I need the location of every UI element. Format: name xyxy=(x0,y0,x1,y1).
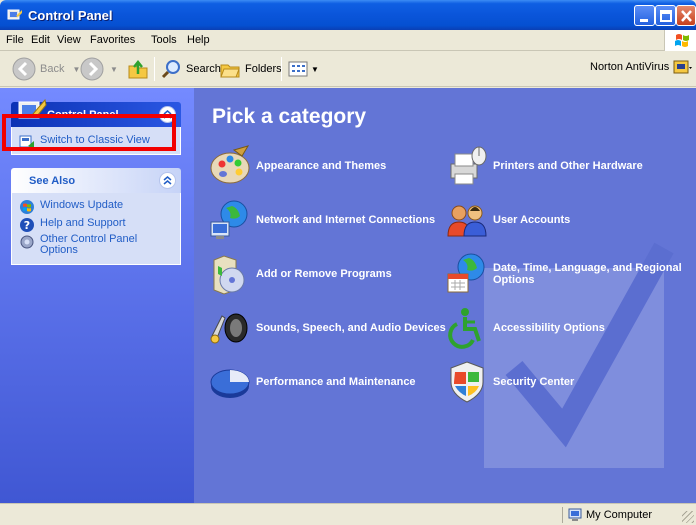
performance-icon xyxy=(210,369,250,398)
back-arrow-icon xyxy=(12,57,36,81)
category-date-time-language[interactable]: Date, Time, Language, and Regional Optio… xyxy=(445,252,683,296)
category-appearance-themes[interactable]: Appearance and Themes xyxy=(208,144,386,188)
category-label: Printers and Other Hardware xyxy=(493,160,643,172)
views-button[interactable]: ▼ xyxy=(288,55,319,83)
category-label: Network and Internet Connections xyxy=(256,214,436,226)
other-options-label: Other Control Panel Options xyxy=(40,233,138,256)
category-sounds-speech-audio[interactable]: Sounds, Speech, and Audio Devices xyxy=(208,306,446,350)
see-also-box-body: Windows Update ? Help and Support Other … xyxy=(11,193,181,265)
category-security-center[interactable]: Security Center xyxy=(445,360,574,404)
add-remove-programs-icon xyxy=(213,255,245,295)
security-center-icon xyxy=(450,361,484,403)
menu-favorites[interactable]: Favorites xyxy=(90,34,135,46)
category-label: Add or Remove Programs xyxy=(256,268,392,280)
title-bar[interactable]: Control Panel xyxy=(0,0,696,30)
category-label: Sounds, Speech, and Audio Devices xyxy=(256,322,446,334)
up-folder-button[interactable] xyxy=(126,55,150,83)
toolbar-separator xyxy=(281,57,282,81)
windows-logo-icon xyxy=(664,30,696,51)
page-title: Pick a category xyxy=(212,105,367,128)
category-label: Security Center xyxy=(493,376,575,388)
window-title: Control Panel xyxy=(28,8,113,23)
printers-hardware-icon xyxy=(450,146,487,185)
category-accessibility[interactable]: Accessibility Options xyxy=(445,306,605,350)
category-printers-hardware[interactable]: Printers and Other Hardware xyxy=(445,144,643,188)
svg-text:?: ? xyxy=(24,219,30,232)
forward-arrow-icon xyxy=(80,57,104,81)
control-panel-icon xyxy=(7,9,22,20)
help-support-link[interactable]: ? Help and Support xyxy=(19,217,126,233)
search-button[interactable]: Search xyxy=(160,55,221,83)
other-options-link[interactable]: Other Control Panel Options xyxy=(19,234,139,256)
see-also-title: See Also xyxy=(29,175,76,187)
network-icon xyxy=(210,200,248,239)
collapse-icon[interactable] xyxy=(159,172,176,189)
norton-icon[interactable] xyxy=(673,59,693,77)
category-label: Performance and Maintenance xyxy=(256,376,416,388)
category-network-internet[interactable]: Network and Internet Connections xyxy=(208,198,435,242)
windows-update-label: Windows Update xyxy=(40,199,124,211)
toolbar-separator xyxy=(154,57,155,81)
category-performance-maintenance[interactable]: Performance and Maintenance xyxy=(208,360,416,404)
menu-edit[interactable]: Edit xyxy=(31,34,50,46)
up-folder-icon xyxy=(128,59,148,79)
windows-update-link[interactable]: Windows Update xyxy=(19,199,123,215)
resize-grip[interactable] xyxy=(682,511,694,523)
menu-bar: File Edit View Favorites Tools Help xyxy=(0,30,696,51)
forward-button[interactable]: ▼ xyxy=(80,55,118,83)
category-label: Accessibility Options xyxy=(493,322,605,334)
appearance-themes-icon xyxy=(210,145,250,184)
help-support-label: Help and Support xyxy=(40,217,126,229)
highlight-box xyxy=(2,114,176,151)
views-dropdown-icon[interactable]: ▼ xyxy=(311,65,319,74)
search-icon xyxy=(161,60,180,79)
gear-icon xyxy=(20,235,34,249)
back-button[interactable]: Back ▼ xyxy=(12,55,80,83)
forward-dropdown-icon[interactable]: ▼ xyxy=(110,65,118,74)
status-zone: My Computer xyxy=(568,508,652,522)
category-label: Appearance and Themes xyxy=(256,160,387,172)
maximize-button[interactable] xyxy=(655,5,676,26)
see-also-box-header[interactable]: See Also xyxy=(11,168,181,193)
norton-antivirus-label[interactable]: Norton AntiVirus xyxy=(590,61,669,73)
category-label: User Accounts xyxy=(493,214,571,226)
menu-help[interactable]: Help xyxy=(187,34,210,46)
menu-file[interactable]: File xyxy=(6,34,24,46)
folders-button[interactable]: Folders xyxy=(219,55,282,83)
back-label: Back xyxy=(40,63,65,75)
user-accounts-icon xyxy=(447,205,487,237)
help-icon: ? xyxy=(20,218,34,232)
status-bar: My Computer xyxy=(0,503,696,525)
category-add-remove-programs[interactable]: Add or Remove Programs xyxy=(208,252,392,296)
status-separator xyxy=(562,507,563,523)
close-button[interactable] xyxy=(676,5,696,26)
accessibility-icon xyxy=(448,308,481,349)
menu-tools[interactable]: Tools xyxy=(151,34,177,46)
status-zone-label: My Computer xyxy=(586,509,653,521)
search-label: Search xyxy=(186,63,221,75)
category-user-accounts[interactable]: User Accounts xyxy=(445,198,570,242)
menu-view[interactable]: View xyxy=(57,34,81,46)
my-computer-icon xyxy=(568,508,582,521)
date-time-language-icon xyxy=(447,253,485,293)
windows-update-icon xyxy=(20,200,34,214)
category-label: Date, Time, Language, and Regional Optio… xyxy=(493,262,682,286)
views-icon xyxy=(288,61,308,77)
folders-icon xyxy=(220,64,240,78)
folders-label: Folders xyxy=(245,63,282,75)
sounds-icon xyxy=(210,313,248,344)
minimize-button[interactable] xyxy=(634,5,655,26)
